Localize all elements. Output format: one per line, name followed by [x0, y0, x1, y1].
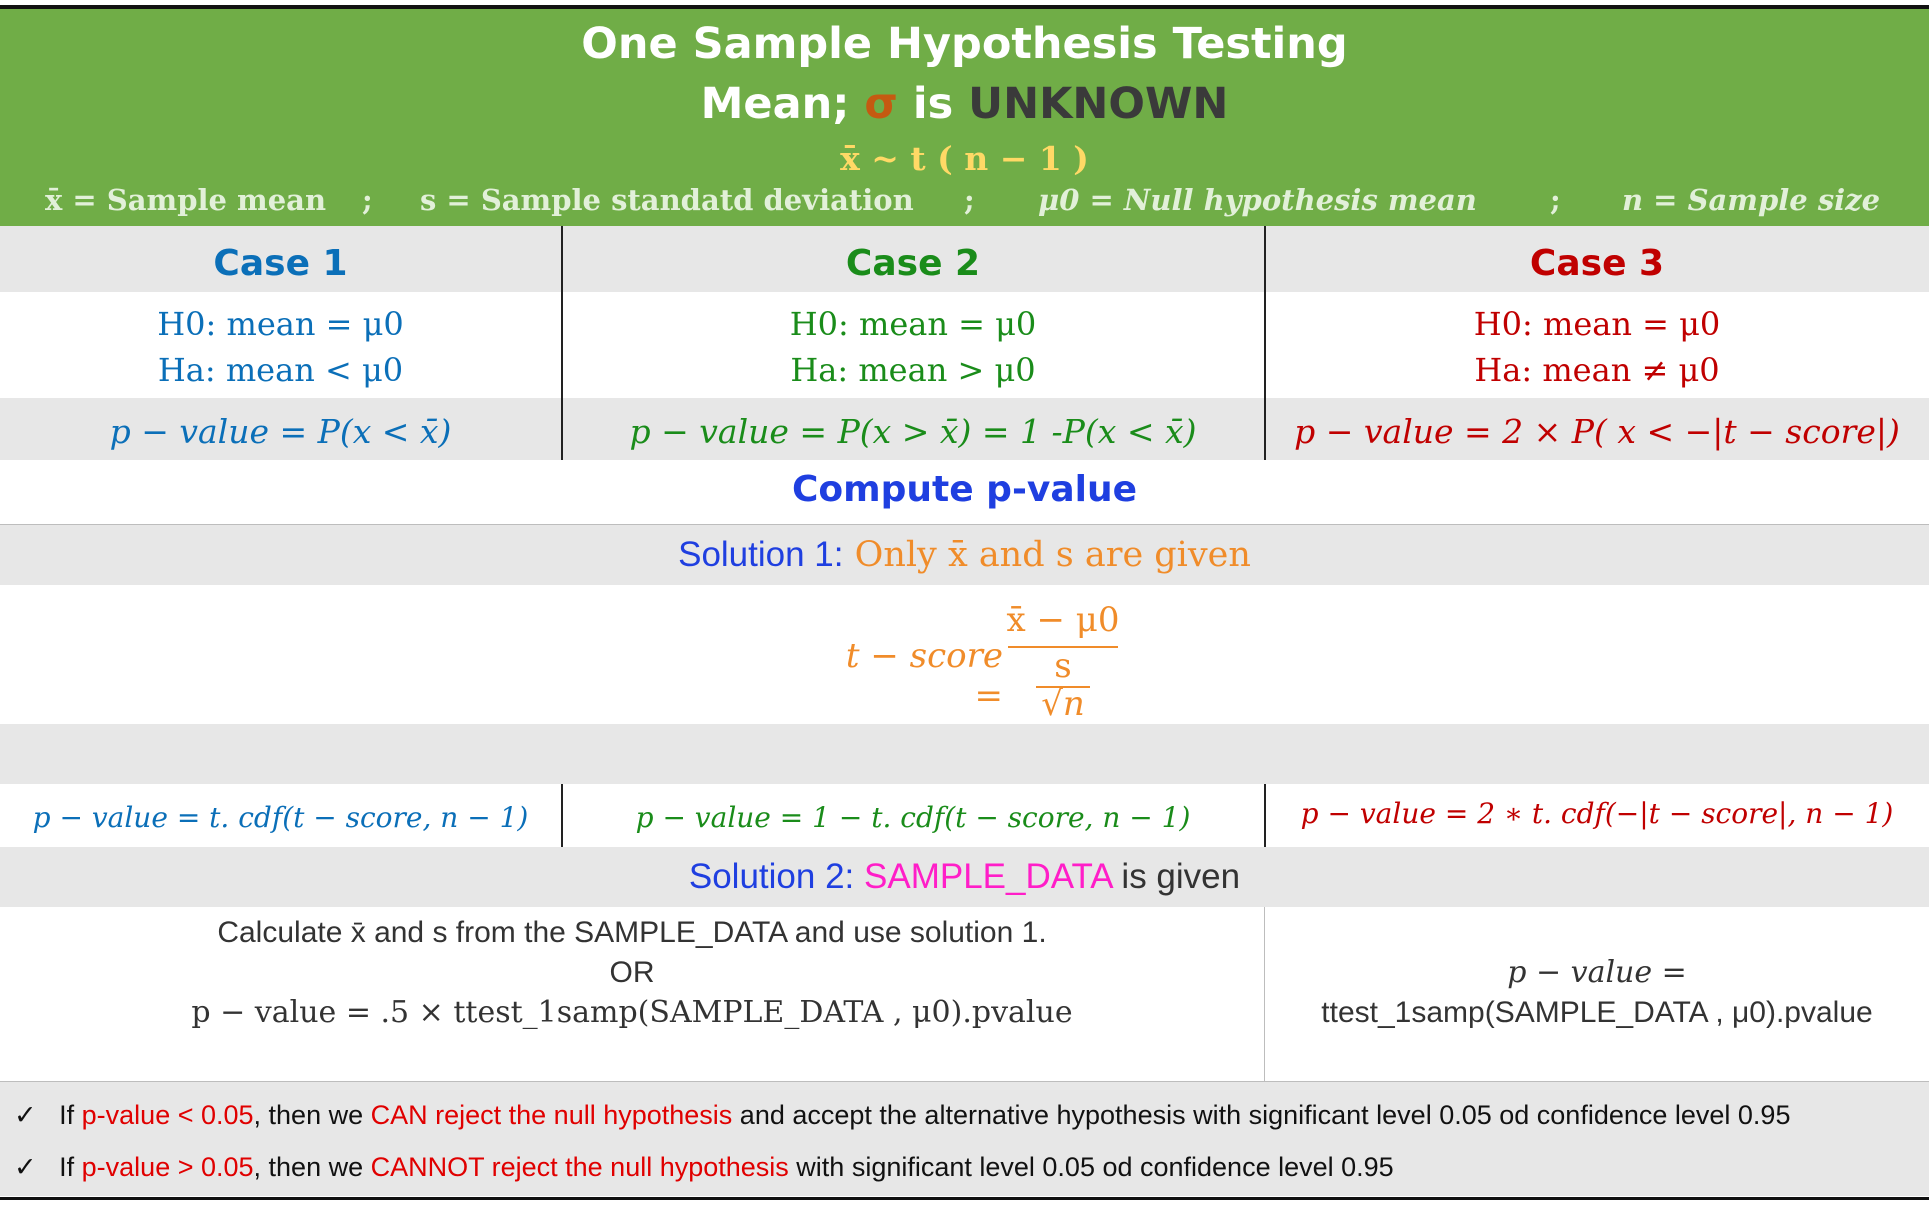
case-2-h0: H0: mean = μ0: [789, 305, 1037, 343]
sigma-symbol: σ: [864, 79, 898, 129]
solution-2-left: Calculate x̄ and s from the SAMPLE_DATA …: [0, 913, 1264, 1033]
case-1-cdf: p − value = t. cdf(t − score, n − 1): [32, 801, 529, 834]
def-null-mean: μ0 = Null hypothesis mean: [1038, 183, 1477, 217]
case-3-cdf: p − value = 2 ∗ t. cdf(−|t − score|, n −…: [1300, 797, 1894, 830]
bottom-border: [0, 1197, 1929, 1200]
compute-title: Compute p-value: [791, 469, 1138, 510]
note-item: ✓ If p-value > 0.05, then we CANNOT reje…: [14, 1152, 1394, 1182]
case-3-title: Case 3: [1529, 243, 1665, 284]
spacer-band: [0, 724, 1929, 784]
column-divider: [1264, 226, 1266, 460]
column-divider: [561, 226, 563, 460]
solution-2-calc-line: Calculate x̄ and s from the SAMPLE_DATA …: [217, 916, 1047, 949]
unknown-label: UNKNOWN: [968, 79, 1229, 129]
def-sample-size: n = Sample size: [1622, 183, 1881, 217]
case-3-h0: H0: mean = μ0: [1473, 305, 1721, 343]
tscore-formula: t − score = x̄ − μ0 s √n: [808, 600, 1128, 724]
note-item: ✓ If p-value < 0.05, then we CAN reject …: [14, 1100, 1791, 1130]
solution-2-half-ttest: p − value = .5 × ttest_1samp(SAMPLE_DATA…: [191, 995, 1073, 1030]
case-2-ha: Ha: mean > μ0: [790, 351, 1036, 389]
solution-2-right: p − value = ttest_1samp(SAMPLE_DATA , μ0…: [1265, 953, 1929, 1033]
solution-2-heading: Solution 2: SAMPLE_DATA is given: [688, 857, 1241, 896]
case-3-ha: Ha: mean ≠ μ0: [1474, 351, 1720, 389]
case-2-cdf: p − value = 1 − t. cdf(t − score, n − 1): [635, 801, 1191, 834]
def-separator: ;: [1550, 183, 1561, 217]
tscore-denominator-s: s: [1054, 646, 1072, 686]
solution-2-or: OR: [609, 956, 655, 989]
distribution-formula: x̄ ~ t ( n − 1 ): [840, 139, 1089, 178]
tscore-numerator: x̄ − μ0: [1006, 600, 1120, 640]
def-separator: ;: [964, 183, 975, 217]
column-divider: [561, 784, 563, 847]
case-1-pvalue: p − value = P(x < x̄): [109, 412, 452, 451]
case-2-pvalue: p − value = P(x > x̄) = 1 -P(x < x̄): [629, 412, 1197, 451]
case-3-pvalue: p − value = 2 × P( x < −|t − score|): [1294, 412, 1900, 451]
page-subtitle: Mean; σ is UNKNOWN: [700, 79, 1229, 129]
tscore-lhs: t − score =: [845, 636, 1003, 716]
case-1-title: Case 1: [213, 243, 348, 284]
solution-2-pvalue-label: p − value =: [1507, 955, 1687, 990]
def-separator: ;: [362, 183, 373, 217]
case-1-h0: H0: mean = μ0: [157, 305, 404, 343]
tscore-denominator-sqrtn: √n: [1041, 684, 1085, 724]
check-icon: ✓: [14, 1100, 37, 1130]
notes-panel: ✓ If p-value < 0.05, then we CAN reject …: [0, 1082, 1929, 1196]
def-sample-std: s = Sample standatd deviation: [420, 183, 914, 217]
case-1-ha: Ha: mean < μ0: [157, 351, 404, 389]
solution-2-ttest: ttest_1samp(SAMPLE_DATA , μ0).pvalue: [1321, 996, 1873, 1029]
solution-1-heading: Solution 1: Only x̄ and s are given: [678, 535, 1251, 575]
case-2-title: Case 2: [845, 243, 981, 284]
header-banner: One Sample Hypothesis Testing Mean; σ is…: [0, 9, 1929, 226]
column-divider: [1264, 784, 1266, 847]
check-icon: ✓: [14, 1152, 37, 1182]
definitions-row: x̄ = Sample mean ; s = Sample standatd d…: [0, 183, 1929, 221]
def-sample-mean: x̄ = Sample mean: [45, 183, 327, 217]
page-title: One Sample Hypothesis Testing: [581, 19, 1348, 69]
